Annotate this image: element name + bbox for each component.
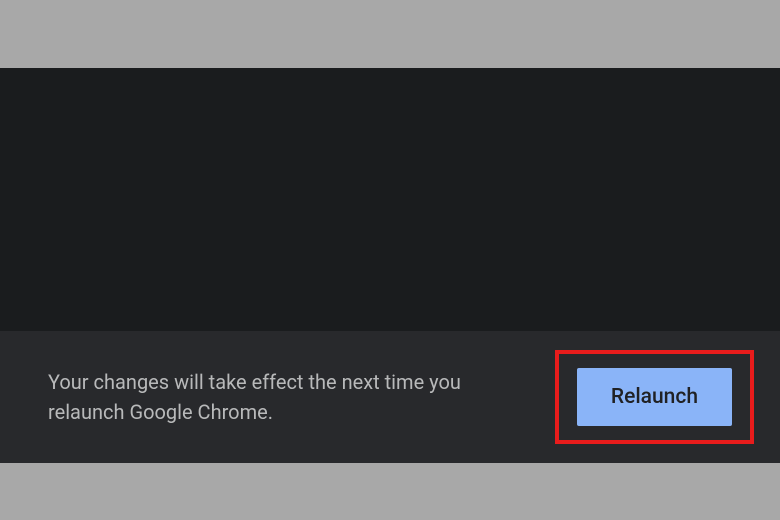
app-content-area: Your changes will take effect the next t… [0, 68, 780, 463]
relaunch-notification-text: Your changes will take effect the next t… [48, 367, 508, 427]
annotation-highlight-box: Relaunch [555, 350, 754, 444]
relaunch-notification-bar: Your changes will take effect the next t… [0, 331, 780, 463]
relaunch-button[interactable]: Relaunch [577, 368, 732, 426]
settings-upper-panel [0, 68, 780, 331]
